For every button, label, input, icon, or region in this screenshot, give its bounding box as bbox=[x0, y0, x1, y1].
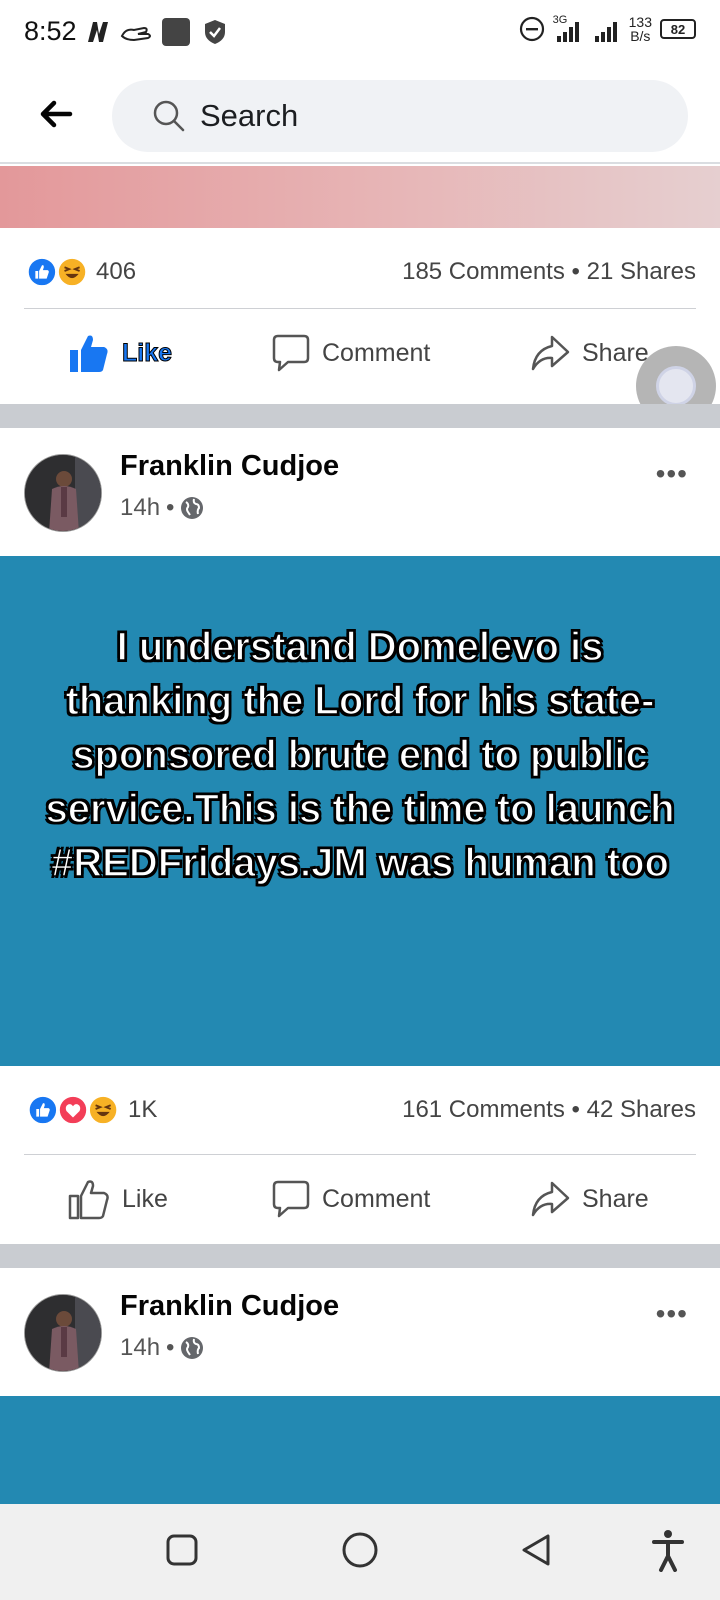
post-time[interactable]: 14h bbox=[120, 1334, 160, 1362]
post-2-header: Franklin Cudjoe 14h • ••• bbox=[0, 428, 720, 556]
accessibility-icon[interactable] bbox=[650, 1528, 686, 1572]
post-meta: 14h • bbox=[120, 1334, 204, 1362]
avatar[interactable] bbox=[24, 454, 102, 532]
comment-button[interactable]: Comment bbox=[272, 1174, 430, 1224]
post-2-footer: 1K 161 Comments • 42 Shares Like Comment… bbox=[0, 1066, 720, 1244]
reaction-count: 1K bbox=[128, 1096, 158, 1123]
system-nav-bar bbox=[0, 1504, 720, 1600]
comment-icon bbox=[272, 1180, 310, 1218]
haha-reaction-icon bbox=[88, 1094, 119, 1126]
reactions-summary[interactable]: 1K 161 Comments • 42 Shares bbox=[24, 1090, 696, 1130]
search-icon bbox=[153, 100, 185, 132]
net-speed: 133 B/s bbox=[629, 15, 652, 43]
globe-icon bbox=[181, 1337, 204, 1359]
previous-post-image[interactable] bbox=[0, 166, 720, 228]
more-options-button[interactable]: ••• bbox=[656, 1298, 688, 1330]
comments-count[interactable]: 185 Comments bbox=[402, 258, 565, 285]
divider-line bbox=[24, 308, 696, 309]
author-name[interactable]: Franklin Cudjoe bbox=[120, 1290, 339, 1323]
comment-label: Comment bbox=[322, 1184, 431, 1213]
meta-separator: • bbox=[166, 1334, 175, 1361]
stats-separator: • bbox=[571, 1096, 580, 1123]
battery-icon: 82 bbox=[660, 19, 696, 39]
comment-label: Comment bbox=[322, 338, 431, 367]
shield-icon bbox=[205, 20, 225, 44]
author-name[interactable]: Franklin Cudjoe bbox=[120, 450, 339, 483]
post-header: Franklin Cudjoe 14h • ••• bbox=[0, 1268, 720, 1394]
reaction-icons bbox=[27, 1094, 119, 1126]
avatar[interactable] bbox=[24, 1294, 102, 1372]
comment-button[interactable]: Comment bbox=[272, 328, 430, 378]
reaction-count: 406 bbox=[96, 258, 137, 285]
battery-level: 82 bbox=[670, 21, 686, 37]
signal-icon: 3G bbox=[553, 14, 583, 44]
signal-icon-2 bbox=[594, 22, 617, 42]
netflix-icon bbox=[88, 22, 108, 42]
back-triangle-icon[interactable] bbox=[518, 1532, 554, 1568]
thumbs-up-filled-icon bbox=[70, 335, 108, 372]
haha-reaction-icon bbox=[57, 256, 88, 288]
recents-square-icon[interactable] bbox=[164, 1532, 200, 1568]
like-button[interactable]: Like bbox=[68, 1174, 168, 1224]
net-speed-unit: B/s bbox=[630, 28, 651, 44]
post-meta: 14h • bbox=[120, 494, 204, 522]
post-header: Franklin Cudjoe 14h • ••• bbox=[0, 428, 720, 554]
shares-count[interactable]: 21 Shares bbox=[587, 258, 696, 285]
divider-line bbox=[24, 1154, 696, 1155]
post-text-image[interactable] bbox=[0, 1396, 720, 1504]
back-arrow-icon[interactable] bbox=[36, 94, 76, 134]
search-input[interactable]: Search bbox=[112, 80, 688, 152]
status-bar: 8:52 3G 133 B/s 82 bbox=[0, 0, 720, 66]
stats-separator: • bbox=[571, 258, 580, 285]
status-time: 8:52 bbox=[24, 16, 77, 46]
status-right-group: 3G 133 B/s 82 bbox=[519, 14, 696, 44]
square-app-icon bbox=[162, 18, 190, 46]
share-label: Share bbox=[582, 1184, 649, 1213]
post-3-header: Franklin Cudjoe 14h • ••• bbox=[0, 1268, 720, 1396]
net-speed-value: 133 bbox=[628, 14, 652, 30]
feed-separator bbox=[0, 1244, 720, 1268]
post-stats[interactable]: 185 Comments • 21 Shares bbox=[402, 258, 696, 286]
post-1-footer: 406 185 Comments • 21 Shares Like Commen… bbox=[0, 228, 720, 404]
more-options-button[interactable]: ••• bbox=[656, 458, 688, 490]
share-arrow-icon bbox=[531, 1181, 570, 1217]
comments-count[interactable]: 161 Comments bbox=[402, 1096, 565, 1123]
assistive-touch-inner bbox=[656, 366, 696, 406]
feed-separator bbox=[0, 404, 720, 428]
search-placeholder: Search bbox=[200, 98, 299, 133]
share-arrow-icon bbox=[531, 335, 570, 371]
like-label: Like bbox=[121, 338, 173, 367]
reactions-summary[interactable]: 406 185 Comments • 21 Shares bbox=[24, 252, 696, 292]
search-header: Search bbox=[0, 66, 720, 164]
meta-separator: • bbox=[166, 494, 175, 521]
post-text-image[interactable]: I understand Domelevo is thanking the Lo… bbox=[0, 556, 720, 1066]
share-button[interactable]: Share bbox=[530, 1174, 649, 1224]
share-label: Share bbox=[582, 338, 649, 367]
post-time[interactable]: 14h bbox=[120, 494, 160, 522]
hand-icon bbox=[120, 26, 151, 42]
post-text: I understand Domelevo is thanking the Lo… bbox=[45, 624, 676, 886]
like-label: Like bbox=[122, 1184, 168, 1213]
thumbs-up-icon bbox=[68, 1180, 109, 1220]
post-stats[interactable]: 161 Comments • 42 Shares bbox=[402, 1096, 696, 1124]
reaction-icons bbox=[26, 256, 88, 288]
home-circle-icon[interactable] bbox=[340, 1530, 380, 1570]
dnd-icon bbox=[519, 16, 544, 42]
globe-icon bbox=[181, 497, 204, 519]
shares-count[interactable]: 42 Shares bbox=[587, 1096, 696, 1123]
comment-icon bbox=[272, 334, 310, 372]
share-button[interactable]: Share bbox=[530, 328, 649, 378]
like-button[interactable]: Like bbox=[68, 328, 173, 378]
